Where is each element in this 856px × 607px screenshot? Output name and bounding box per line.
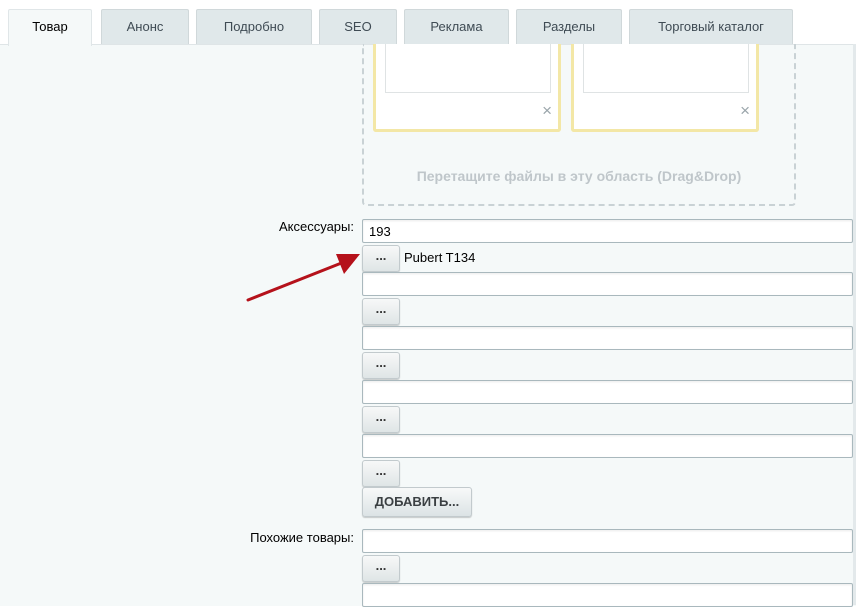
accessory-pick-button[interactable]: ... — [362, 298, 400, 325]
image-thumbnail — [583, 44, 749, 93]
accessory-pick-button[interactable]: ... — [362, 406, 400, 433]
accessory-id-input[interactable] — [362, 219, 853, 243]
tab-advertising[interactable]: Реклама — [404, 9, 509, 45]
tab-details[interactable]: Подробно — [196, 9, 312, 45]
accessory-picked-name: Pubert T134 — [404, 250, 476, 265]
close-icon[interactable]: × — [542, 102, 552, 119]
image-preview-2: × — [571, 44, 759, 132]
similar-product-id-input[interactable] — [362, 529, 853, 553]
image-preview-1: × — [373, 44, 561, 132]
tab-sections[interactable]: Разделы — [516, 9, 622, 45]
dropzone-hint: Перетащите файлы в эту область (Drag&Dro… — [416, 168, 742, 184]
tab-announce[interactable]: Анонс — [101, 9, 189, 45]
accessory-pick-button[interactable]: ... — [362, 460, 400, 487]
accessory-id-input[interactable] — [362, 272, 853, 296]
accessory-id-input[interactable] — [362, 380, 853, 404]
similar-product-id-input[interactable] — [362, 583, 853, 607]
add-accessory-button[interactable]: ДОБАВИТЬ... — [362, 487, 472, 517]
image-thumbnail — [385, 44, 551, 93]
tab-product[interactable]: Товар — [8, 9, 92, 46]
accessories-label: Аксессуары: — [278, 219, 354, 234]
similar-product-pick-button[interactable]: ... — [362, 555, 400, 582]
accessory-pick-button[interactable]: ... — [362, 245, 400, 272]
similar-products-label: Похожие товары: — [250, 530, 354, 545]
tab-trade-catalog[interactable]: Торговый каталог — [629, 9, 793, 45]
tab-bar: Товар Анонс Подробно SEO Реклама Разделы… — [0, 0, 856, 46]
accessory-pick-button[interactable]: ... — [362, 352, 400, 379]
close-icon[interactable]: × — [740, 102, 750, 119]
accessory-id-input[interactable] — [362, 326, 853, 350]
tab-seo[interactable]: SEO — [319, 9, 397, 45]
annotation-arrow-icon — [246, 254, 360, 302]
accessory-id-input[interactable] — [362, 434, 853, 458]
